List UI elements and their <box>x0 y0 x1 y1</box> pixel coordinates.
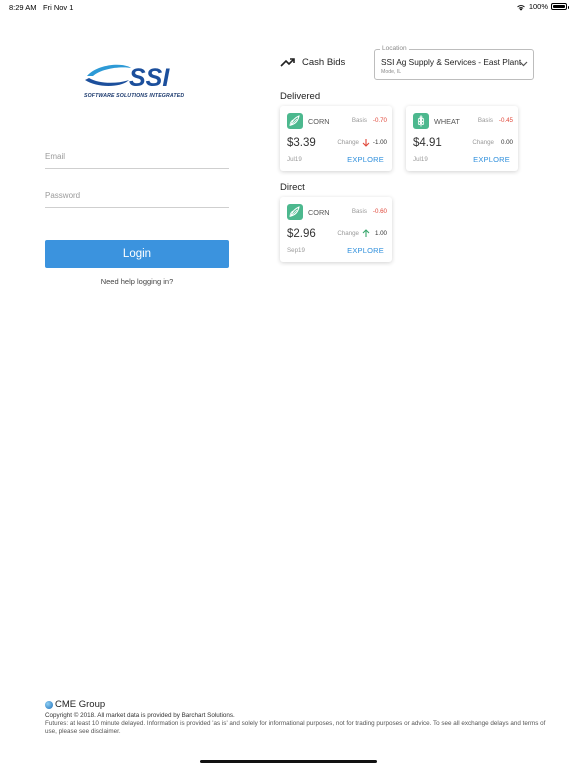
cme-group-name: CME Group <box>55 699 106 710</box>
arrow-down-icon <box>362 139 370 147</box>
email-field[interactable] <box>45 150 229 169</box>
status-indicators: 100% <box>516 2 569 11</box>
password-field[interactable] <box>45 189 229 208</box>
logo-tagline: SOFTWARE SOLUTIONS INTEGRATED <box>84 93 185 99</box>
battery-icon <box>551 3 569 10</box>
status-time: 8:29 AM <box>9 3 37 12</box>
footer: CME Group Copyright © 2018. All market d… <box>45 699 550 736</box>
explore-link[interactable]: EXPLORE <box>473 155 510 164</box>
explore-link[interactable]: EXPLORE <box>347 155 384 164</box>
cme-group-logo: CME Group <box>45 699 550 710</box>
bid-card-wheat-delivered[interactable]: WHEAT Basis -0.45 $4.91 Change 0.00 Jul1… <box>406 106 518 171</box>
basis-value: -0.45 <box>498 117 513 124</box>
corn-icon <box>287 204 303 220</box>
bid-card-corn-delivered[interactable]: CORN Basis -0.70 $3.39 Change -1.00 Jul1… <box>280 106 392 171</box>
change-value: 0.00 <box>500 139 513 146</box>
basis-value: -0.60 <box>372 208 387 215</box>
price-value: $2.96 <box>287 228 316 240</box>
basis-label: Basis <box>477 117 493 124</box>
battery-percent: 100% <box>528 2 548 11</box>
status-bar: 8:29 AM Fri Nov 1 100% <box>0 0 576 14</box>
contract-month: Sep19 <box>287 247 305 254</box>
explore-link[interactable]: EXPLORE <box>347 246 384 255</box>
change-label: Change <box>337 230 359 237</box>
change-value: 1.00 <box>374 230 387 237</box>
contract-month: Jul19 <box>413 156 428 163</box>
price-value: $3.39 <box>287 137 316 149</box>
location-select[interactable]: Location SSI Ag Supply & Services - East… <box>374 45 534 80</box>
section-direct-label: Direct <box>280 182 305 193</box>
logo-text: SSI <box>129 64 170 92</box>
bid-card-corn-direct[interactable]: CORN Basis -0.60 $2.96 Change 1.00 Sep19… <box>280 197 392 262</box>
cash-bids-header: Cash Bids <box>280 55 345 68</box>
price-value: $4.91 <box>413 137 442 149</box>
location-name: SSI Ag Supply & Services - East Plant <box>381 57 522 67</box>
basis-label: Basis <box>351 208 367 215</box>
email-input[interactable] <box>45 152 229 161</box>
corn-icon <box>287 113 303 129</box>
wheat-icon <box>413 113 429 129</box>
basis-label: Basis <box>351 117 367 124</box>
commodity-name: WHEAT <box>434 117 460 126</box>
commodity-name: CORN <box>308 117 330 126</box>
cash-bids-title: Cash Bids <box>302 57 346 68</box>
help-login-link[interactable]: Need help logging in? <box>45 277 229 286</box>
home-indicator[interactable] <box>200 760 377 763</box>
change-label: Change <box>472 139 494 146</box>
disclaimer-text[interactable]: Futures: at least 10 minute delayed. Inf… <box>45 720 550 736</box>
change-label: Change <box>337 139 359 146</box>
chevron-down-icon[interactable] <box>519 59 528 68</box>
section-delivered-label: Delivered <box>280 91 321 102</box>
copyright-text: Copyright © 2018. All market data is pro… <box>45 712 235 719</box>
commodity-name: CORN <box>308 208 330 217</box>
location-city: Mode, IL <box>381 69 402 75</box>
status-date: Fri Nov 1 <box>43 3 74 12</box>
wifi-icon <box>517 4 525 11</box>
globe-icon <box>45 700 53 709</box>
location-legend: Location <box>380 45 409 52</box>
ssi-logo-mark: SSI <box>85 64 170 92</box>
contract-month: Jul19 <box>287 156 302 163</box>
arrow-up-icon <box>362 229 370 237</box>
trending-up-icon <box>280 57 295 67</box>
login-button[interactable]: Login <box>45 240 229 268</box>
basis-value: -0.70 <box>372 117 387 124</box>
change-value: -1.00 <box>372 139 387 146</box>
password-input[interactable] <box>45 191 229 200</box>
